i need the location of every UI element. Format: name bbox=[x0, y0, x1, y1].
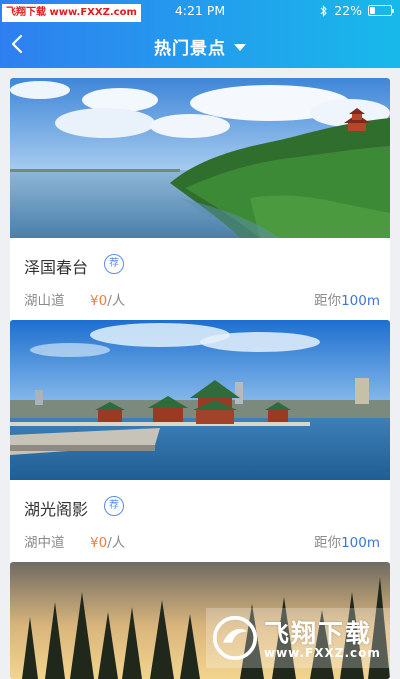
distance-value: 100m bbox=[341, 293, 380, 309]
spot-distance: 距你100m bbox=[314, 531, 380, 551]
price-amount: ¥0 bbox=[90, 293, 108, 309]
price-unit: /人 bbox=[107, 293, 126, 309]
spot-card[interactable]: 湖光阁影 荐 湖中道 ¥0/人 距你100m bbox=[10, 320, 390, 564]
spot-image-lake-hill bbox=[10, 78, 390, 238]
bluetooth-icon bbox=[320, 4, 327, 17]
page-title: 热门景点 bbox=[154, 39, 226, 59]
status-bar: 飞翔下载 www.FXXZ.com 4:21 PM 22% bbox=[0, 0, 400, 22]
price-unit: /人 bbox=[107, 535, 126, 551]
spot-distance: 距你100m bbox=[314, 289, 380, 309]
spot-info: 湖光阁影 荐 湖中道 ¥0/人 距你100m bbox=[10, 484, 390, 564]
battery-level bbox=[370, 7, 375, 14]
page-title-dropdown[interactable]: 热门景点 bbox=[0, 34, 400, 59]
caret-down-icon bbox=[234, 43, 246, 51]
spot-image-pavilion bbox=[10, 320, 390, 480]
watermark-logo-icon bbox=[212, 615, 258, 661]
spot-info: 泽国春台 荐 湖山道 ¥0/人 距你100m bbox=[10, 242, 390, 322]
spot-name: 湖光阁影 bbox=[24, 500, 89, 519]
app-header: 飞翔下载 www.FXXZ.com 4:21 PM 22% 热门景点 bbox=[0, 0, 400, 68]
battery-percent: 22% bbox=[334, 3, 362, 18]
spot-price: ¥0/人 bbox=[90, 531, 125, 551]
recommend-badge: 荐 bbox=[104, 496, 124, 516]
recommend-badge: 荐 bbox=[104, 254, 124, 274]
distance-prefix: 距你 bbox=[314, 535, 342, 551]
price-amount: ¥0 bbox=[90, 535, 108, 551]
battery-icon bbox=[368, 5, 394, 16]
distance-prefix: 距你 bbox=[314, 293, 342, 309]
watermark-url: www.FXXZ.com bbox=[264, 646, 381, 660]
download-site-watermark: 飞翔下载 www.FXXZ.com bbox=[206, 608, 390, 668]
spot-name: 泽国春台 bbox=[24, 258, 89, 277]
distance-value: 100m bbox=[341, 535, 380, 551]
spot-road: 湖中道 bbox=[24, 535, 65, 551]
spot-price: ¥0/人 bbox=[90, 289, 125, 309]
status-indicators: 22% bbox=[320, 3, 394, 18]
spot-road: 湖山道 bbox=[24, 293, 65, 309]
watermark-text: 飞翔下载 bbox=[264, 619, 373, 648]
spot-card[interactable]: 泽国春台 荐 湖山道 ¥0/人 距你100m bbox=[10, 78, 390, 322]
